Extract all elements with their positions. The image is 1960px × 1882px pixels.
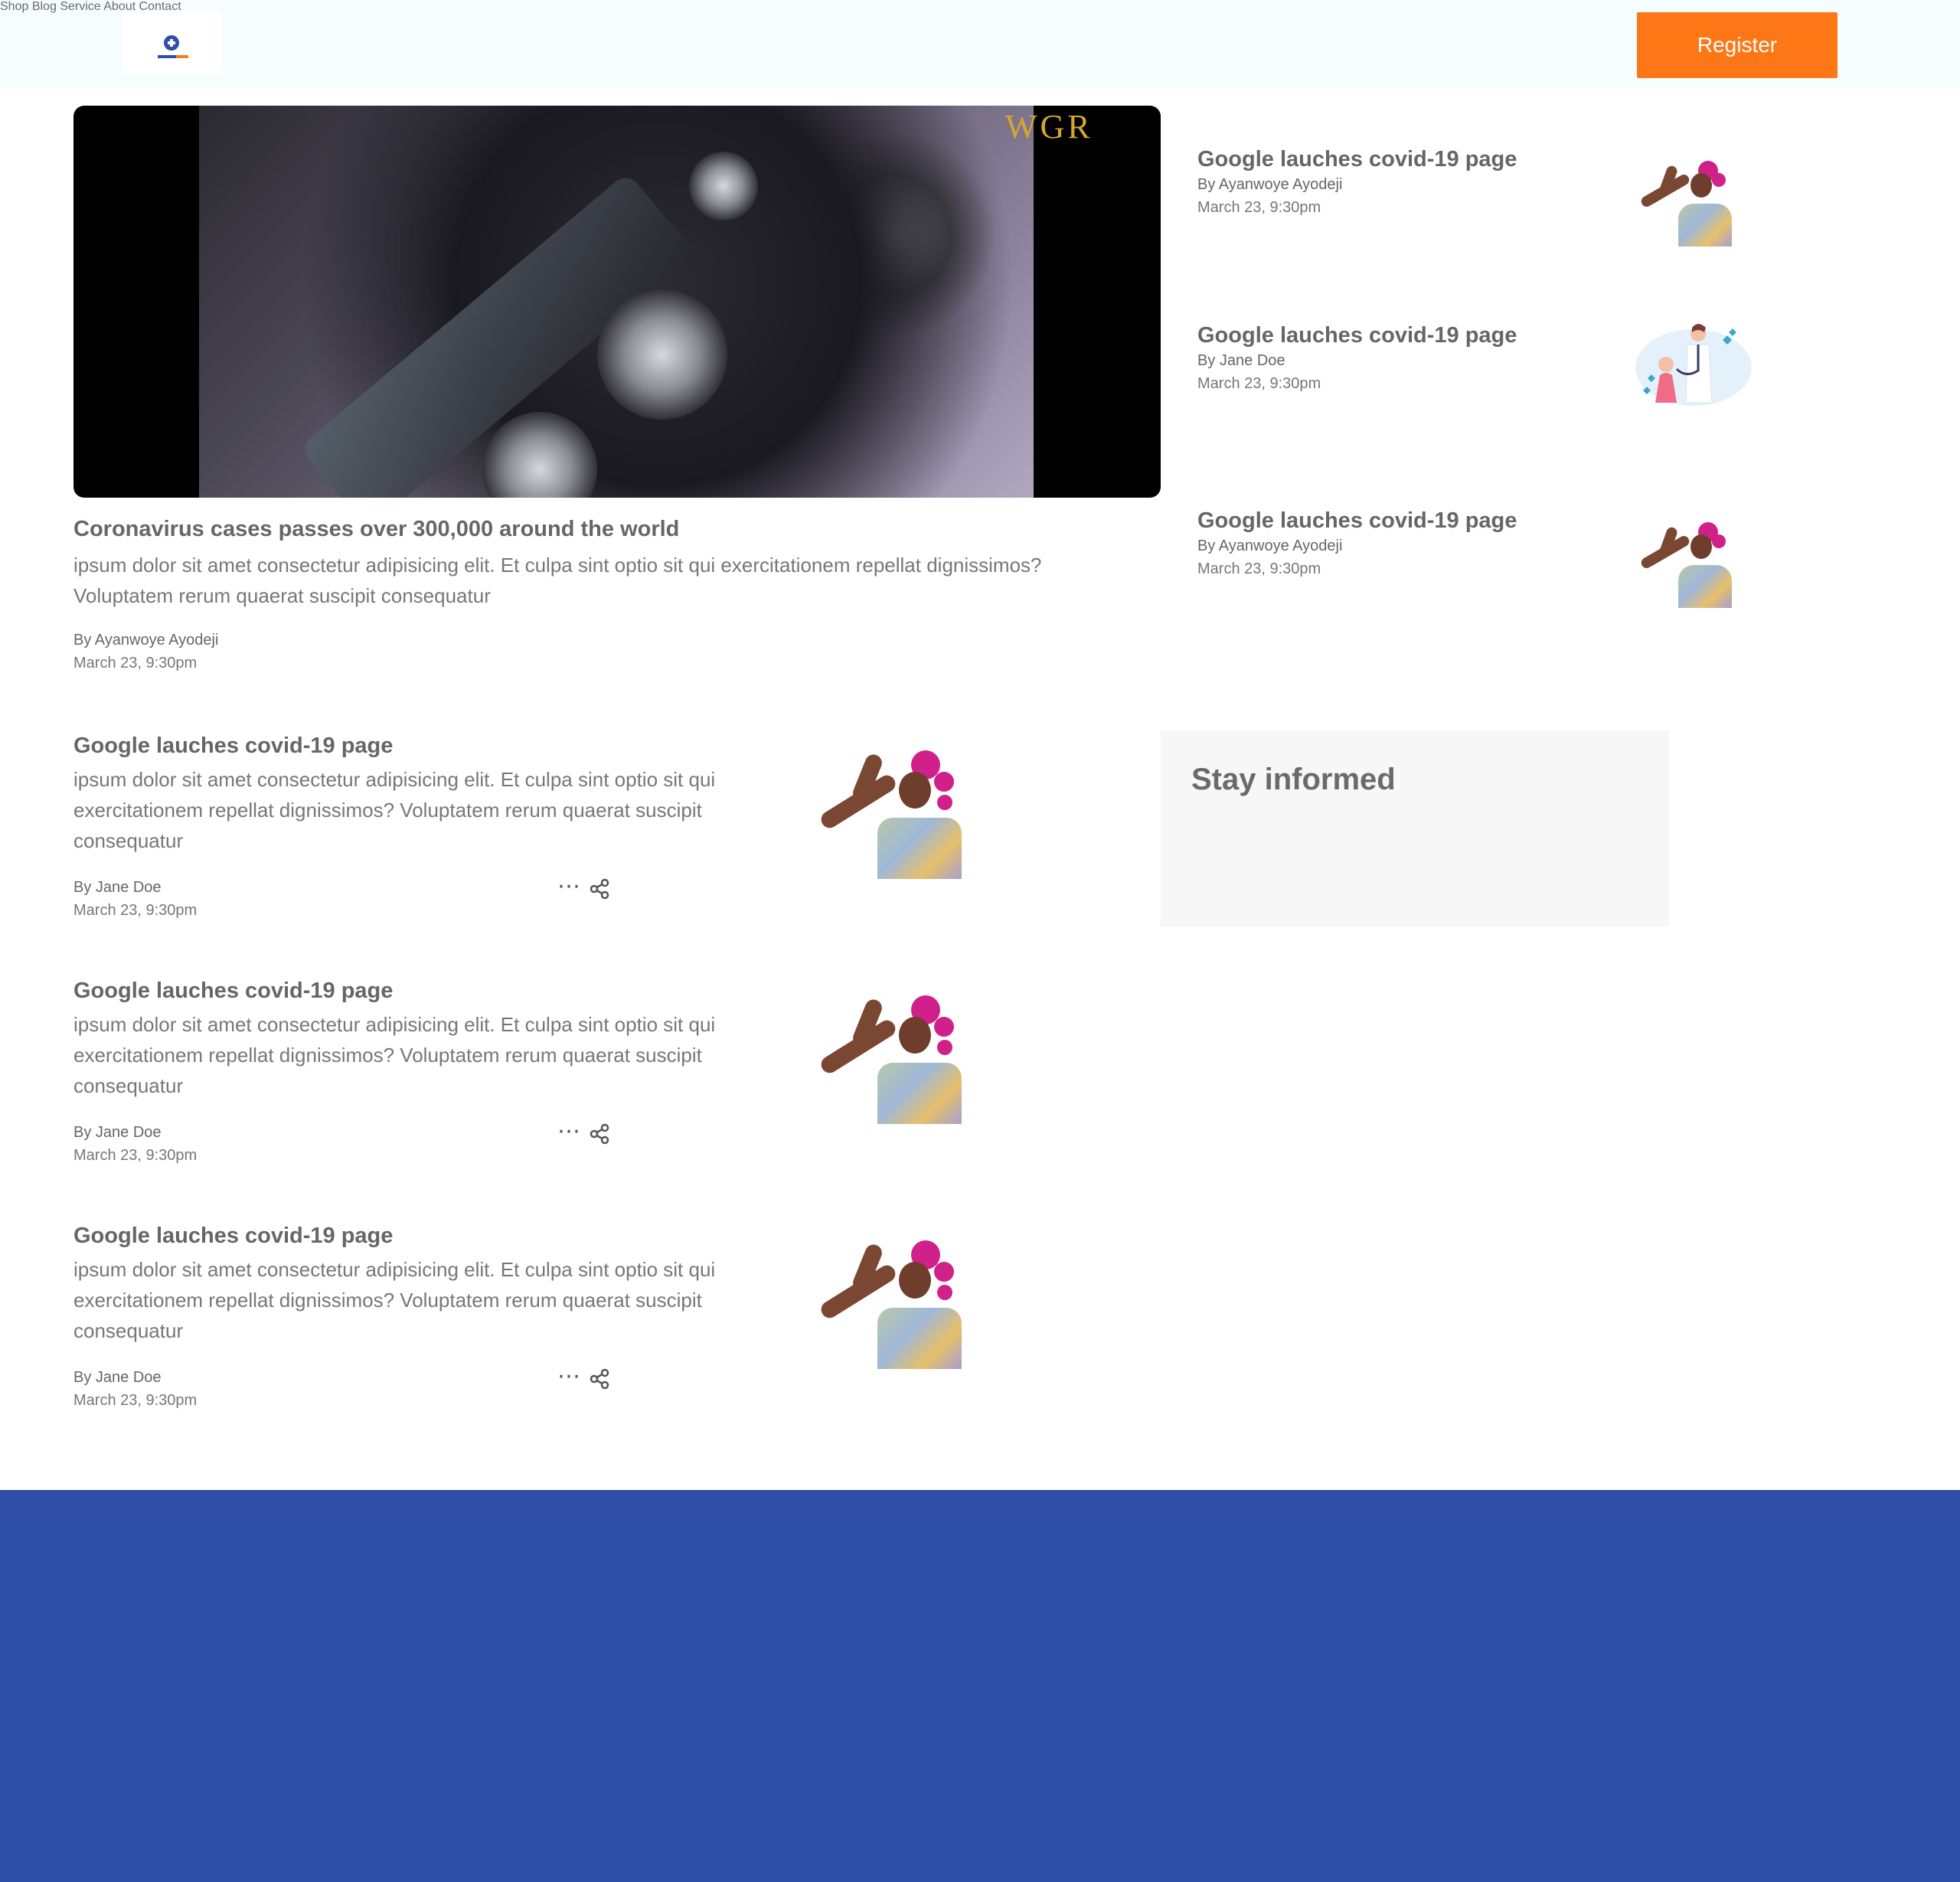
article-card[interactable]: Google lauches covid-19 page ipsum dolor… <box>74 1224 1031 1423</box>
share-icon[interactable] <box>588 1122 611 1145</box>
nav-contact[interactable]: Contact <box>139 0 181 13</box>
register-button[interactable]: Register <box>1637 12 1838 78</box>
article-thumbnail[interactable] <box>812 1231 995 1369</box>
side-article-date: March 23, 9:30pm <box>1197 199 1321 216</box>
side-article-author: By Ayanwoye Ayodeji <box>1197 176 1343 193</box>
side-article-title[interactable]: Google lauches covid-19 page <box>1197 147 1517 172</box>
side-article[interactable]: Google lauches covid-19 page By Ayanwoye… <box>1197 508 1772 616</box>
article-thumbnail[interactable] <box>812 741 995 879</box>
side-article[interactable]: Google lauches covid-19 page By Jane Doe… <box>1197 323 1772 430</box>
article-date: March 23, 9:30pm <box>74 1392 198 1409</box>
nav-service[interactable]: Service <box>60 0 100 13</box>
side-article-date: March 23, 9:30pm <box>1197 560 1321 577</box>
car-console-photo: WGR <box>199 106 1090 498</box>
side-article-thumbnail[interactable] <box>1632 317 1755 409</box>
article-author: By Jane Doe <box>74 1369 162 1386</box>
nav-about[interactable]: About <box>103 0 136 13</box>
hero-author: By Ayanwoye Ayodeji <box>74 632 219 649</box>
hero-excerpt: ipsum dolor sit amet consectetur adipisi… <box>74 554 1042 607</box>
side-article-date: March 23, 9:30pm <box>1197 375 1321 392</box>
article-author: By Jane Doe <box>74 879 162 896</box>
article-card[interactable]: Google lauches covid-19 page ipsum dolor… <box>74 979 1031 1178</box>
site-footer <box>0 1490 1960 1882</box>
article-excerpt: ipsum dolor sit amet consectetur adipisi… <box>74 1013 716 1097</box>
logo-wordmark <box>158 55 188 58</box>
side-article-thumbnail[interactable] <box>1632 155 1755 247</box>
article-date: March 23, 9:30pm <box>74 1147 198 1164</box>
more-horizontal-icon[interactable]: ⋯ <box>557 875 581 898</box>
more-horizontal-icon[interactable]: ⋯ <box>557 1365 581 1388</box>
site-header: Shop Blog Service About Contact Register <box>0 0 1960 87</box>
side-article-author: By Jane Doe <box>1197 352 1285 369</box>
stay-informed-heading: Stay informed <box>1191 763 1396 796</box>
article-title[interactable]: Google lauches covid-19 page <box>74 1224 393 1249</box>
image-watermark: WGR <box>1005 108 1093 145</box>
share-icon[interactable] <box>588 1367 611 1390</box>
site-logo[interactable] <box>122 12 220 75</box>
hero-title[interactable]: Coronavirus cases passes over 300,000 ar… <box>74 517 679 542</box>
side-article-thumbnail[interactable] <box>1632 516 1755 608</box>
article-title[interactable]: Google lauches covid-19 page <box>74 734 393 759</box>
article-excerpt: ipsum dolor sit amet consectetur adipisi… <box>74 768 716 852</box>
stay-informed-panel: Stay informed <box>1161 730 1669 926</box>
side-article-title[interactable]: Google lauches covid-19 page <box>1197 323 1517 348</box>
article-thumbnail[interactable] <box>812 986 995 1124</box>
share-icon[interactable] <box>588 877 611 900</box>
article-author: By Jane Doe <box>74 1124 162 1141</box>
article-title[interactable]: Google lauches covid-19 page <box>74 979 393 1004</box>
hero-image[interactable]: WGR <box>74 106 1161 498</box>
article-card[interactable]: Google lauches covid-19 page ipsum dolor… <box>74 734 1031 933</box>
logo-cross-icon <box>164 35 179 51</box>
doctor-illustration <box>1635 324 1752 406</box>
nav-shop[interactable]: Shop <box>0 0 28 13</box>
side-article-title[interactable]: Google lauches covid-19 page <box>1197 508 1517 534</box>
side-article[interactable]: Google lauches covid-19 page By Ayanwoye… <box>1197 147 1772 254</box>
article-date: March 23, 9:30pm <box>74 902 198 919</box>
nav-blog[interactable]: Blog <box>32 0 57 13</box>
hero-date: March 23, 9:30pm <box>74 655 198 671</box>
more-horizontal-icon[interactable]: ⋯ <box>557 1120 581 1143</box>
side-article-author: By Ayanwoye Ayodeji <box>1197 537 1343 554</box>
article-excerpt: ipsum dolor sit amet consectetur adipisi… <box>74 1258 716 1342</box>
